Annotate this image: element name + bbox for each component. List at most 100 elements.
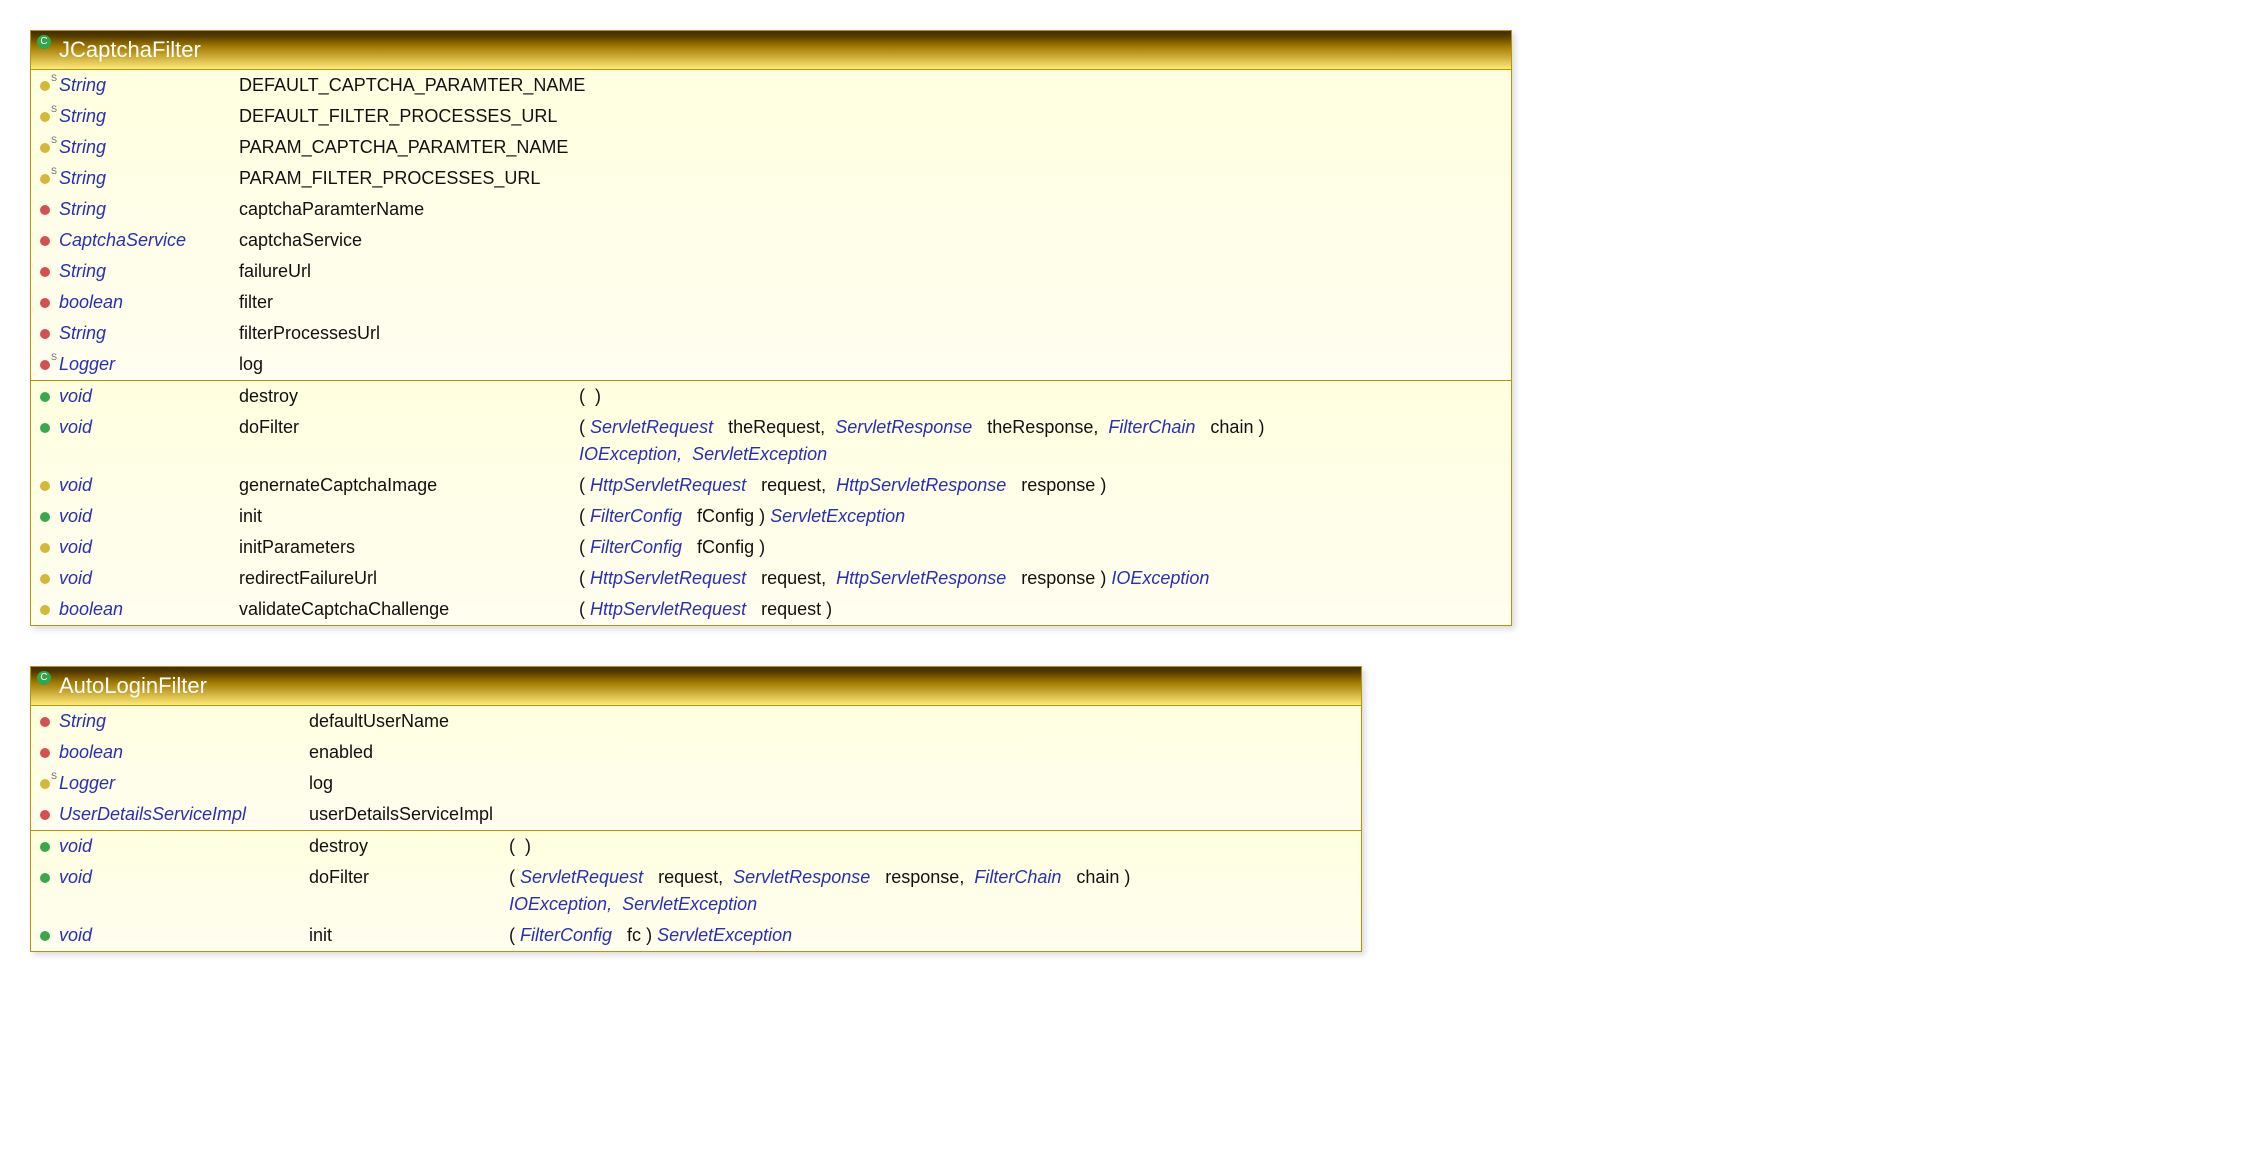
method-signature: ( FilterConfig fc ) ServletException <box>509 922 792 949</box>
visibility-icon <box>31 534 59 561</box>
method-name: destroy <box>309 833 509 860</box>
param-type: HttpServletRequest <box>590 599 746 619</box>
param-name: response <box>885 867 959 887</box>
param-type: FilterConfig <box>520 925 612 945</box>
method-name: doFilter <box>239 414 579 441</box>
throws-list: IOException <box>1111 568 1209 588</box>
method-row[interactable]: voiddoFilter( ServletRequest theRequest,… <box>31 412 1511 470</box>
field-row[interactable]: SStringDEFAULT_CAPTCHA_PARAMTER_NAME <box>31 70 1511 101</box>
visibility-icon <box>31 503 59 530</box>
field-name: enabled <box>309 739 509 766</box>
field-row[interactable]: StringcaptchaParamterName <box>31 194 1511 225</box>
param-name: theRequest <box>728 417 820 437</box>
method-return-type: void <box>59 534 239 561</box>
visibility-icon: S <box>31 351 59 378</box>
field-row[interactable]: StringdefaultUserName <box>31 706 1361 737</box>
method-row[interactable]: voidgenernateCaptchaImage( HttpServletRe… <box>31 470 1511 501</box>
class-box: C AutoLoginFilter StringdefaultUserNameboo… <box>30 666 1362 952</box>
method-return-type: boolean <box>59 596 239 623</box>
visibility-icon: S <box>31 134 59 161</box>
class-name: AutoLoginFilter <box>59 673 207 698</box>
param-type: FilterChain <box>974 867 1061 887</box>
method-row[interactable]: voidinitParameters( FilterConfig fConfig… <box>31 532 1511 563</box>
field-type: Logger <box>59 351 239 378</box>
static-marker: S <box>51 351 57 365</box>
class-header[interactable]: CJCaptchaFilter <box>31 31 1511 69</box>
method-name: initParameters <box>239 534 579 561</box>
field-row[interactable]: SLoggerlog <box>31 349 1511 380</box>
throws-list: ServletException <box>657 925 792 945</box>
static-marker: S <box>51 770 57 784</box>
param-name: request <box>761 568 821 588</box>
field-row[interactable]: UserDetailsServiceImpluserDetailsService… <box>31 799 1361 830</box>
param-type: FilterChain <box>1108 417 1195 437</box>
visibility-icon <box>31 258 59 285</box>
field-name: defaultUserName <box>309 708 509 735</box>
visibility-icon: S <box>31 165 59 192</box>
visibility-icon <box>31 922 59 949</box>
visibility-icon: S <box>31 103 59 130</box>
field-type: String <box>59 103 239 130</box>
visibility-icon <box>31 708 59 735</box>
param-type: HttpServletResponse <box>836 568 1006 588</box>
field-row[interactable]: SStringPARAM_CAPTCHA_PARAMTER_NAME <box>31 132 1511 163</box>
visibility-icon <box>31 833 59 860</box>
param-type: FilterConfig <box>590 506 682 526</box>
method-return-type: void <box>59 833 309 860</box>
param-type: HttpServletRequest <box>590 475 746 495</box>
param-type: FilterConfig <box>590 537 682 557</box>
method-row[interactable]: voidinit( FilterConfig fc ) ServletExcep… <box>31 920 1361 951</box>
class-header[interactable]: C AutoLoginFilter <box>31 667 1361 705</box>
visibility-icon: S <box>31 770 59 797</box>
method-row[interactable]: voiddestroy( ) <box>31 831 1361 862</box>
param-name: chain <box>1210 417 1253 437</box>
method-row[interactable]: booleanvalidateCaptchaChallenge( HttpSer… <box>31 594 1511 625</box>
field-row[interactable]: SLoggerlog <box>31 768 1361 799</box>
method-signature: ( HttpServletRequest request, HttpServle… <box>579 565 1209 592</box>
method-signature: ( HttpServletRequest request, HttpServle… <box>579 472 1106 499</box>
method-signature: ( FilterConfig fConfig ) ServletExceptio… <box>579 503 905 530</box>
method-return-type: void <box>59 565 239 592</box>
param-name: theResponse <box>987 417 1093 437</box>
static-marker: S <box>51 165 57 179</box>
method-return-type: void <box>59 414 239 441</box>
visibility-icon <box>31 196 59 223</box>
field-type: Logger <box>59 770 309 797</box>
method-row[interactable]: voiddestroy( ) <box>31 381 1511 412</box>
method-return-type: void <box>59 503 239 530</box>
field-row[interactable]: SStringPARAM_FILTER_PROCESSES_URL <box>31 163 1511 194</box>
field-name: failureUrl <box>239 258 579 285</box>
visibility-icon <box>31 227 59 254</box>
static-marker: S <box>51 103 57 117</box>
method-name: destroy <box>239 383 579 410</box>
field-name: filterProcessesUrl <box>239 320 579 347</box>
field-type: UserDetailsServiceImpl <box>59 801 309 828</box>
method-signature: ( ) <box>509 833 531 860</box>
method-return-type: void <box>59 383 239 410</box>
fields-section: StringdefaultUserNamebooleanenabledSLogg… <box>31 705 1361 830</box>
field-row[interactable]: CaptchaServicecaptchaService <box>31 225 1511 256</box>
param-name: chain <box>1076 867 1119 887</box>
param-type: HttpServletResponse <box>836 475 1006 495</box>
class-icon: C <box>37 671 51 685</box>
method-row[interactable]: voidinit( FilterConfig fConfig ) Servlet… <box>31 501 1511 532</box>
method-name: validateCaptchaChallenge <box>239 596 579 623</box>
method-name: init <box>239 503 579 530</box>
param-name: fConfig <box>697 537 754 557</box>
method-row[interactable]: voiddoFilter( ServletRequest request, Se… <box>31 862 1361 920</box>
field-row[interactable]: StringfailureUrl <box>31 256 1511 287</box>
method-row[interactable]: voidredirectFailureUrl( HttpServletReque… <box>31 563 1511 594</box>
field-row[interactable]: booleanenabled <box>31 737 1361 768</box>
param-name: request <box>658 867 718 887</box>
visibility-icon <box>31 864 59 891</box>
param-type: ServletResponse <box>835 417 972 437</box>
field-row[interactable]: SStringDEFAULT_FILTER_PROCESSES_URL <box>31 101 1511 132</box>
field-row[interactable]: booleanfilter <box>31 287 1511 318</box>
param-name: request <box>761 475 821 495</box>
field-type: String <box>59 320 239 347</box>
field-name: log <box>239 351 579 378</box>
field-type: boolean <box>59 289 239 316</box>
field-row[interactable]: StringfilterProcessesUrl <box>31 318 1511 349</box>
method-signature: ( ServletRequest theRequest, ServletResp… <box>579 414 1511 468</box>
visibility-icon <box>31 383 59 410</box>
